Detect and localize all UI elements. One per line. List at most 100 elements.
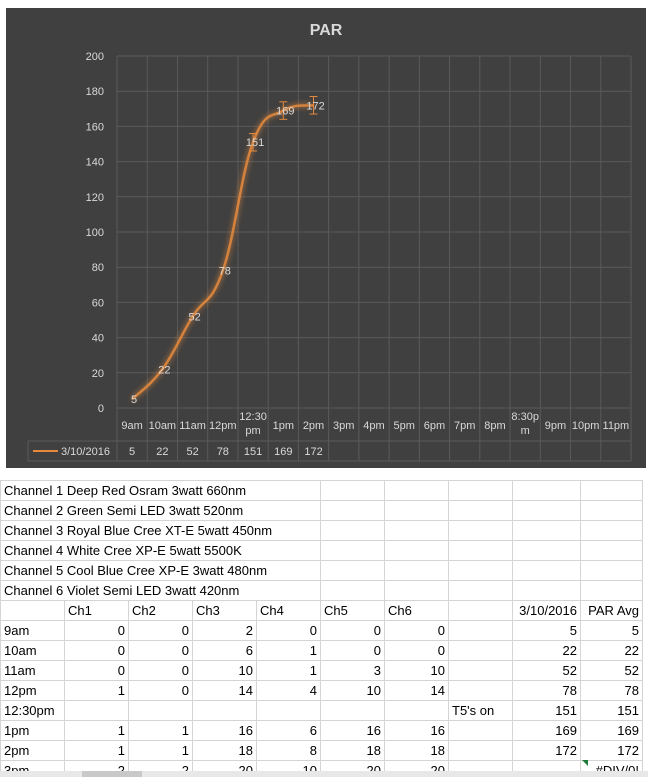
cell[interactable] xyxy=(448,520,513,541)
cell[interactable]: 6 xyxy=(192,640,257,661)
cell[interactable] xyxy=(384,480,449,501)
row-label-cell[interactable]: 9am xyxy=(0,620,65,641)
header-cell[interactable]: Ch3 xyxy=(192,600,257,621)
cell[interactable]: 0 xyxy=(384,620,449,641)
cell[interactable]: 2 xyxy=(192,620,257,641)
cell[interactable] xyxy=(512,580,581,601)
cell[interactable]: 10 xyxy=(192,660,257,681)
cell[interactable] xyxy=(448,720,513,741)
cell[interactable] xyxy=(320,580,385,601)
cell[interactable] xyxy=(320,500,385,521)
cell[interactable]: 3 xyxy=(320,660,385,681)
cell[interactable]: 78 xyxy=(580,680,643,701)
cell[interactable]: 5 xyxy=(580,620,643,641)
cell[interactable] xyxy=(580,500,643,521)
cell[interactable]: 0 xyxy=(128,660,193,681)
cell[interactable]: 18 xyxy=(320,740,385,761)
cell[interactable] xyxy=(580,540,643,561)
cell[interactable]: 1 xyxy=(128,720,193,741)
cell[interactable]: 0 xyxy=(64,660,129,681)
cell[interactable] xyxy=(580,520,643,541)
cell[interactable] xyxy=(448,560,513,581)
cell[interactable]: 0 xyxy=(64,620,129,641)
cell[interactable] xyxy=(580,480,643,501)
channel-description-cell[interactable]: Channel 3 Royal Blue Cree XT-E 5watt 450… xyxy=(0,520,321,541)
cell[interactable]: 16 xyxy=(384,720,449,741)
cell[interactable] xyxy=(448,740,513,761)
cell[interactable]: 151 xyxy=(512,700,581,721)
cell[interactable]: 8 xyxy=(256,740,321,761)
cell[interactable] xyxy=(512,480,581,501)
row-label-cell[interactable]: 12:30pm xyxy=(0,700,65,721)
cell[interactable]: 172 xyxy=(580,740,643,761)
cell[interactable] xyxy=(384,520,449,541)
cell[interactable]: 14 xyxy=(384,680,449,701)
cell[interactable] xyxy=(128,700,193,721)
channel-description-cell[interactable]: Channel 2 Green Semi LED 3watt 520nm xyxy=(0,500,321,521)
cell[interactable] xyxy=(256,700,321,721)
cell[interactable] xyxy=(580,560,643,581)
cell[interactable] xyxy=(448,660,513,681)
cell[interactable]: 22 xyxy=(512,640,581,661)
header-cell[interactable]: Ch5 xyxy=(320,600,385,621)
cell[interactable]: 151 xyxy=(580,700,643,721)
cell[interactable] xyxy=(448,540,513,561)
row-label-cell[interactable]: 1pm xyxy=(0,720,65,741)
channel-description-cell[interactable]: Channel 6 Violet Semi LED 3watt 420nm xyxy=(0,580,321,601)
cell[interactable] xyxy=(320,700,385,721)
cell[interactable] xyxy=(512,560,581,581)
cell[interactable]: 0 xyxy=(64,640,129,661)
cell[interactable]: 172 xyxy=(512,740,581,761)
cell[interactable] xyxy=(384,560,449,581)
cell[interactable]: 1 xyxy=(256,660,321,681)
cell[interactable]: 0 xyxy=(320,620,385,641)
header-cell[interactable]: Ch1 xyxy=(64,600,129,621)
cell[interactable]: 0 xyxy=(256,620,321,641)
cell[interactable] xyxy=(320,520,385,541)
cell[interactable]: 1 xyxy=(64,680,129,701)
channel-description-cell[interactable]: Channel 5 Cool Blue Cree XP-E 3watt 480n… xyxy=(0,560,321,581)
header-cell[interactable]: PAR Avg xyxy=(580,600,643,621)
cell[interactable] xyxy=(448,640,513,661)
cell[interactable]: T5's on xyxy=(448,700,513,721)
cell[interactable]: 10 xyxy=(320,680,385,701)
row-label-cell[interactable]: 12pm xyxy=(0,680,65,701)
cell[interactable] xyxy=(448,500,513,521)
cell[interactable] xyxy=(384,700,449,721)
header-cell[interactable] xyxy=(0,600,65,621)
cell[interactable]: 0 xyxy=(128,620,193,641)
cell[interactable] xyxy=(384,500,449,521)
cell[interactable]: 16 xyxy=(320,720,385,741)
cell[interactable] xyxy=(384,580,449,601)
cell[interactable] xyxy=(580,580,643,601)
cell[interactable] xyxy=(320,480,385,501)
cell[interactable]: 1 xyxy=(64,720,129,741)
header-cell[interactable]: Ch6 xyxy=(384,600,449,621)
cell[interactable] xyxy=(448,480,513,501)
header-cell[interactable]: Ch4 xyxy=(256,600,321,621)
cell[interactable]: 1 xyxy=(64,740,129,761)
cell[interactable]: 78 xyxy=(512,680,581,701)
cell[interactable]: 14 xyxy=(192,680,257,701)
cell[interactable]: 169 xyxy=(580,720,643,741)
cell[interactable]: 10 xyxy=(384,660,449,681)
cell[interactable]: 0 xyxy=(128,640,193,661)
cell[interactable] xyxy=(192,700,257,721)
row-label-cell[interactable]: 2pm xyxy=(0,740,65,761)
cell[interactable] xyxy=(512,540,581,561)
cell[interactable] xyxy=(448,580,513,601)
header-cell[interactable] xyxy=(448,600,513,621)
cell[interactable] xyxy=(384,540,449,561)
cell[interactable] xyxy=(448,680,513,701)
cell[interactable] xyxy=(448,620,513,641)
scrollbar-thumb[interactable] xyxy=(82,771,142,777)
row-label-cell[interactable]: 10am xyxy=(0,640,65,661)
cell[interactable] xyxy=(512,500,581,521)
cell[interactable]: 1 xyxy=(256,640,321,661)
cell[interactable]: 1 xyxy=(128,740,193,761)
cell[interactable]: 5 xyxy=(512,620,581,641)
cell[interactable]: 52 xyxy=(580,660,643,681)
cell[interactable]: 18 xyxy=(384,740,449,761)
header-cell[interactable]: 3/10/2016 xyxy=(512,600,581,621)
channel-description-cell[interactable]: Channel 1 Deep Red Osram 3watt 660nm xyxy=(0,480,321,501)
